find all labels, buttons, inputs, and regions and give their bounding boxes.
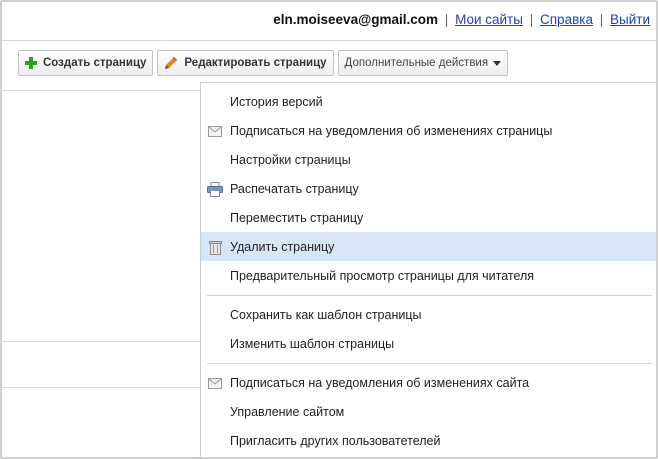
more-actions-label: Дополнительные действия: [344, 57, 489, 69]
sign-out-link[interactable]: Выйти: [610, 12, 650, 27]
plus-icon: [25, 57, 37, 69]
menu-item-label: Подписаться на уведомления об изменениях…: [230, 375, 530, 390]
more-actions-menu: История версий Подписаться на уведомлени…: [200, 82, 656, 457]
trash-icon: [207, 239, 223, 255]
menu-item-label: Подписаться на уведомления об изменениях…: [230, 123, 553, 138]
menu-item-label: Управление сайтом: [230, 404, 345, 419]
menu-item-invite-users[interactable]: Пригласить других пользоватетелей: [201, 426, 656, 455]
menu-separator: [207, 363, 652, 364]
menu-item-save-as-template[interactable]: Сохранить как шаблон страницы: [201, 300, 656, 329]
chevron-down-icon: [493, 60, 502, 66]
menu-item-manage-site[interactable]: Управление сайтом: [201, 397, 656, 426]
toolbar-divider: [2, 90, 202, 91]
menu-item-label: Пригласить других пользоватетелей: [230, 433, 441, 448]
edit-page-button[interactable]: Редактировать страницу: [157, 50, 334, 76]
menu-item-page-settings[interactable]: Настройки страницы: [201, 145, 656, 174]
content-divider: [2, 387, 202, 388]
menu-item-label: Изменить шаблон страницы: [230, 336, 395, 351]
user-email: eln.moiseeva@gmail.com: [273, 12, 439, 27]
separator: |: [529, 12, 534, 27]
edit-page-label: Редактировать страницу: [184, 57, 327, 69]
menu-item-delete-page[interactable]: Удалить страницу: [201, 232, 656, 261]
header-divider: [2, 40, 656, 41]
page-toolbar: Создать страницу Редактировать страницу …: [18, 50, 509, 76]
menu-item-label: Предварительный просмотр страницы для чи…: [230, 268, 535, 283]
menu-item-label: Переместить страницу: [230, 210, 364, 225]
menu-item-label: Распечатать страницу: [230, 181, 359, 196]
account-bar: eln.moiseeva@gmail.com | Мои сайты | Спр…: [273, 12, 650, 27]
envelope-icon: [207, 123, 223, 139]
menu-item-reader-preview[interactable]: Предварительный просмотр страницы для чи…: [201, 261, 656, 290]
separator: |: [444, 12, 449, 27]
menu-item-label: Настройки страницы: [230, 152, 351, 167]
content-divider: [2, 341, 202, 342]
my-sites-link[interactable]: Мои сайты: [455, 12, 523, 27]
envelope-icon: [207, 375, 223, 391]
create-page-button[interactable]: Создать страницу: [18, 50, 154, 76]
menu-item-subscribe-page[interactable]: Подписаться на уведомления об изменениях…: [201, 116, 656, 145]
menu-item-label: Сохранить как шаблон страницы: [230, 307, 422, 322]
menu-item-label: Удалить страницу: [230, 239, 335, 254]
page-frame: eln.moiseeva@gmail.com | Мои сайты | Спр…: [0, 0, 658, 459]
menu-item-version-history[interactable]: История версий: [201, 87, 656, 116]
menu-item-print-page[interactable]: Распечатать страницу: [201, 174, 656, 203]
more-actions-button[interactable]: Дополнительные действия: [337, 50, 509, 76]
menu-item-label: История версий: [230, 94, 323, 109]
menu-item-subscribe-site[interactable]: Подписаться на уведомления об изменениях…: [201, 368, 656, 397]
pencil-icon: [164, 56, 178, 70]
help-link[interactable]: Справка: [540, 12, 593, 27]
separator: |: [599, 12, 604, 27]
menu-item-change-template[interactable]: Изменить шаблон страницы: [201, 329, 656, 358]
printer-icon: [207, 181, 223, 197]
menu-item-move-page[interactable]: Переместить страницу: [201, 203, 656, 232]
create-page-label: Создать страницу: [43, 57, 147, 69]
menu-separator: [207, 295, 652, 296]
